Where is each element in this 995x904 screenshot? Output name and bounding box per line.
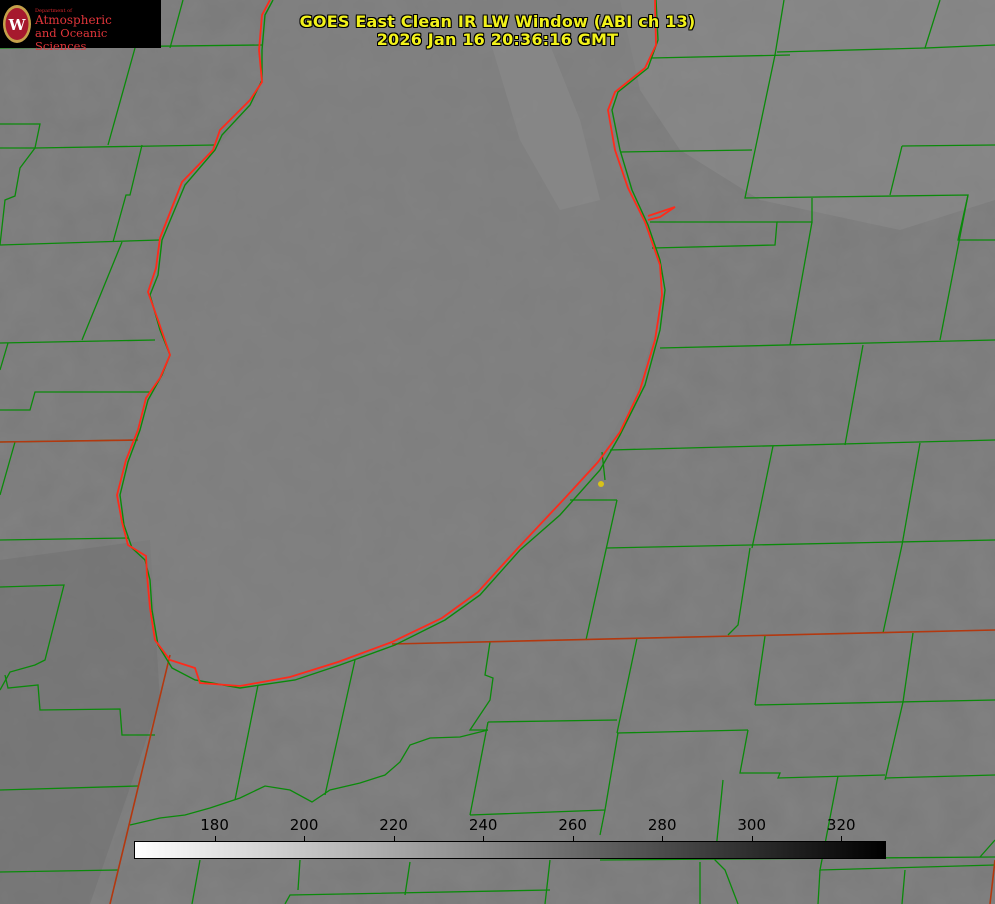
colorbar-tick-label: 180	[200, 816, 229, 834]
colorbar-tick-label: 320	[826, 816, 856, 834]
colorbar-tick-label: 240	[468, 816, 498, 834]
colorbar-tick-label: 280	[647, 816, 677, 834]
colorbar-tick-label: 200	[289, 816, 319, 834]
colorbar-tick-label: 260	[558, 816, 587, 834]
colorbar-tick-label: 300	[737, 816, 767, 834]
colorbar	[134, 841, 886, 859]
colorbar-tick-label: 220	[379, 816, 408, 834]
location-marker-dot	[598, 481, 604, 487]
colorbar-ticks: 180 200 220 240 260 280 300 320	[0, 812, 995, 842]
image-timestamp: 2026 Jan 16 20:36:16 GMT	[376, 30, 619, 49]
image-title: GOES East Clean IR LW Window (ABI ch 13)	[299, 12, 696, 31]
satellite-image-viewer: W Department of Atmospheric and Oceanic …	[0, 0, 995, 904]
satellite-map	[0, 0, 995, 904]
